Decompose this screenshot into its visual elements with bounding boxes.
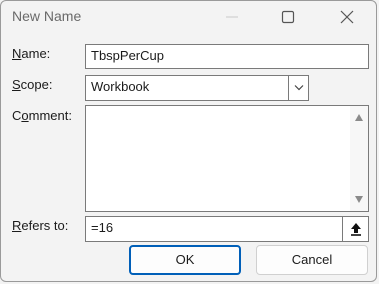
name-input[interactable]: TbspPerCup: [85, 44, 369, 69]
name-label: Name:: [12, 46, 50, 61]
scope-select[interactable]: Workbook: [85, 75, 309, 101]
comment-scrollbar[interactable]: [350, 106, 368, 211]
comment-label-accesskey: o: [21, 108, 29, 123]
minimize-icon: [226, 16, 238, 18]
maximize-icon: [281, 10, 295, 24]
new-name-dialog: New Name Name: TbspPerCup Scope: Workboo…: [0, 0, 377, 282]
dialog-title: New Name: [12, 8, 82, 24]
maximize-button[interactable]: [265, 1, 311, 33]
comment-textarea[interactable]: [85, 105, 369, 212]
scope-dropdown-button[interactable]: [288, 76, 308, 100]
refers-to-input-value: =16: [91, 220, 114, 235]
name-label-accesskey: N: [12, 46, 22, 61]
name-label-rest: ame:: [21, 46, 51, 61]
ok-button[interactable]: OK: [129, 245, 241, 275]
comment-label-prefix: C: [12, 108, 22, 123]
name-input-value: TbspPerCup: [91, 48, 164, 63]
minimize-button[interactable]: [209, 1, 255, 33]
cancel-button[interactable]: Cancel: [256, 245, 368, 275]
title-bar: New Name: [1, 1, 376, 33]
upload-arrow-icon: [351, 223, 361, 236]
refers-to-label: Refers to:: [12, 218, 68, 233]
comment-label: Comment:: [12, 108, 72, 123]
scope-label-accesskey: S: [12, 77, 21, 92]
comment-label-rest: mment:: [28, 108, 72, 123]
scope-label: Scope:: [12, 77, 52, 92]
refers-to-label-rest: efers to:: [21, 218, 69, 233]
scope-label-rest: cope:: [20, 77, 53, 92]
refers-to-label-accesskey: R: [12, 218, 22, 233]
refers-to-input[interactable]: =16: [85, 216, 369, 242]
collapse-dialog-button[interactable]: [342, 217, 368, 241]
scroll-up-arrow-icon[interactable]: [355, 114, 363, 121]
scope-select-value: Workbook: [91, 79, 150, 94]
close-icon: [340, 10, 354, 24]
close-button[interactable]: [324, 1, 370, 33]
scroll-down-arrow-icon[interactable]: [355, 196, 363, 203]
chevron-down-icon: [294, 85, 304, 91]
